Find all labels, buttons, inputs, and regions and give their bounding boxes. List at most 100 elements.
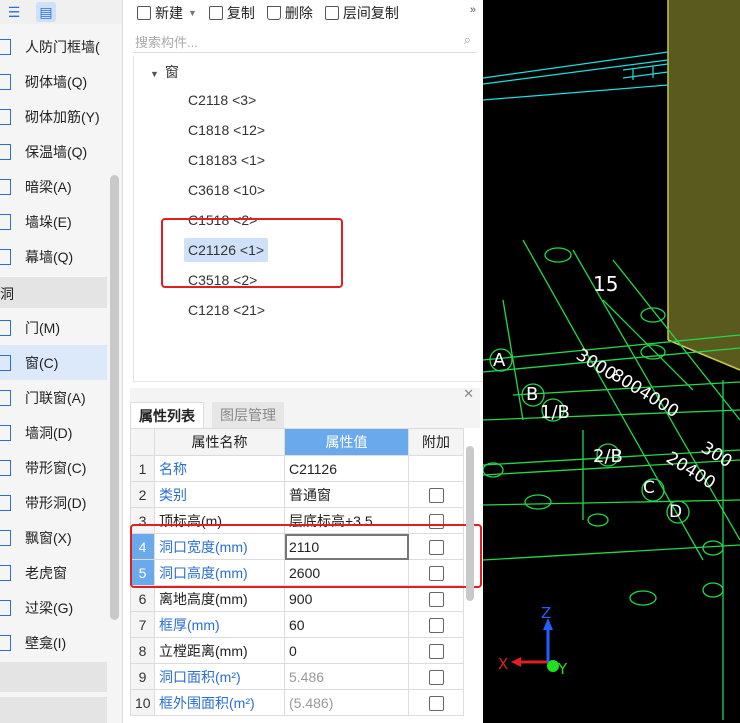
insulation-wall-icon bbox=[0, 143, 11, 160]
property-name-header: 属性名称 bbox=[154, 428, 285, 456]
row-number: 8 bbox=[130, 637, 155, 664]
property-scrollbar[interactable] bbox=[466, 446, 474, 601]
tree-item[interactable]: C2118 <3> bbox=[184, 88, 260, 112]
delete-button[interactable]: 删除 bbox=[266, 3, 313, 23]
extra-checkbox[interactable] bbox=[428, 591, 444, 607]
curtain-wall-icon bbox=[0, 248, 11, 265]
extra-checkbox[interactable] bbox=[428, 617, 444, 633]
door-icon bbox=[0, 319, 11, 336]
extra-checkbox[interactable] bbox=[428, 487, 444, 503]
list-view-icon[interactable]: ☰ bbox=[4, 2, 24, 22]
row-number: 2 bbox=[130, 481, 155, 508]
sidebar-item-door[interactable]: 门(M) bbox=[0, 310, 107, 345]
sidebar-item-bay-window[interactable]: 飘窗(X) bbox=[0, 520, 107, 555]
sidebar-item-insulation-wall[interactable]: 保温墙(Q) bbox=[0, 134, 107, 169]
property-value[interactable]: (5.486) bbox=[284, 689, 409, 716]
property-value[interactable]: C21126 bbox=[284, 455, 409, 482]
strip-opening-icon bbox=[0, 494, 11, 511]
more-icon[interactable]: » bbox=[470, 4, 476, 16]
trash-icon bbox=[266, 6, 281, 20]
wall-opening-icon bbox=[0, 424, 11, 441]
sidebar-item-hidden-beam[interactable]: 暗梁(A) bbox=[0, 169, 107, 204]
tree-item[interactable]: C18183 <1> bbox=[184, 148, 269, 172]
property-row[interactable]: 8 立樘距离(mm) 0 bbox=[130, 637, 464, 664]
property-value[interactable]: 5.486 bbox=[284, 663, 409, 690]
bay-window-icon bbox=[0, 529, 11, 546]
sidebar-group-openings[interactable]: 洞 bbox=[0, 277, 107, 308]
sidebar-item-wall-pier[interactable]: 墙垛(E) bbox=[0, 204, 107, 239]
chevron-down-icon[interactable]: ▼ bbox=[188, 8, 197, 18]
sidebar-group-collapsed[interactable] bbox=[0, 697, 107, 723]
property-name: 类别 bbox=[154, 481, 285, 508]
search-icon[interactable]: ⌕ bbox=[464, 32, 471, 48]
property-row[interactable]: 7 框厚(mm) 60 bbox=[130, 611, 464, 638]
tree-root[interactable]: ▼ 窗 bbox=[150, 62, 179, 82]
sidebar-item-curtain-wall[interactable]: 幕墙(Q) bbox=[0, 239, 107, 274]
sidebar-scrollbar[interactable] bbox=[110, 175, 119, 620]
search-input[interactable]: 搜索构件... bbox=[135, 32, 198, 51]
property-name: 框厚(mm) bbox=[154, 611, 285, 638]
search-bar[interactable]: 搜索构件... ⌕ bbox=[133, 30, 477, 53]
sidebar-item-masonry-wall[interactable]: 砌体墙(Q) bbox=[0, 64, 107, 99]
cyan-grid bbox=[483, 51, 669, 101]
sidebar-item-label: 门联窗(A) bbox=[25, 389, 86, 406]
hidden-beam-icon bbox=[0, 178, 11, 195]
cad-drawing bbox=[483, 0, 740, 720]
extra-checkbox[interactable] bbox=[428, 669, 444, 685]
tree-item[interactable]: C1818 <12> bbox=[184, 118, 269, 142]
property-row[interactable]: 6 离地高度(mm) 900 bbox=[130, 585, 464, 612]
sidebar-item-window[interactable]: 窗(C) bbox=[0, 345, 107, 380]
property-extra bbox=[408, 585, 464, 612]
sidebar-item-label: 老虎窗 bbox=[25, 564, 67, 581]
sidebar-group-label: 洞 bbox=[0, 286, 14, 302]
property-value[interactable]: 60 bbox=[284, 611, 409, 638]
component-toolbar: 新建 ▼ 复制 删除 层间复制 » bbox=[123, 0, 482, 26]
sidebar-item-strip-opening[interactable]: 带形洞(D) bbox=[0, 485, 107, 520]
extra-checkbox[interactable] bbox=[428, 695, 444, 711]
property-value[interactable]: 900 bbox=[284, 585, 409, 612]
property-value[interactable]: 0 bbox=[284, 637, 409, 664]
property-value[interactable]: 普通窗 bbox=[284, 481, 409, 508]
sidebar-item-niche[interactable]: 壁龛(I) bbox=[0, 625, 107, 660]
lintel-icon bbox=[0, 599, 11, 616]
z-axis-label: Z bbox=[541, 604, 552, 622]
sidebar-item-label: 保温墙(Q) bbox=[25, 143, 88, 160]
property-row[interactable]: 9 洞口面积(m²) 5.486 bbox=[130, 663, 464, 690]
sidebar-item-lintel[interactable]: 过梁(G) bbox=[0, 590, 107, 625]
strip-window-icon bbox=[0, 459, 11, 476]
floor-copy-button[interactable]: 层间复制 bbox=[324, 3, 399, 23]
sidebar-item-label: 门(M) bbox=[25, 319, 60, 336]
sidebar-item-civil-defense-wall[interactable]: 人防门框墙( bbox=[0, 29, 107, 64]
property-name: 框外围面积(m²) bbox=[154, 689, 285, 716]
cad-viewport[interactable]: 15 A B 1/B 2/B C D 3000 8004000 20400 30… bbox=[483, 0, 740, 723]
detail-view-icon[interactable]: ▤ bbox=[36, 2, 56, 22]
property-row[interactable]: 10 框外围面积(m²) (5.486) bbox=[130, 689, 464, 716]
tree-item[interactable]: C3618 <10> bbox=[184, 178, 269, 202]
window-icon bbox=[0, 354, 11, 371]
close-icon[interactable]: ✕ bbox=[463, 386, 474, 402]
property-extra bbox=[408, 455, 464, 482]
sidebar-item-label: 暗梁(A) bbox=[25, 178, 72, 195]
sidebar-item-strip-window[interactable]: 带形窗(C) bbox=[0, 450, 107, 485]
row-number: 6 bbox=[130, 585, 155, 612]
cad-label: 2/B bbox=[593, 446, 623, 467]
property-row[interactable]: 2 类别 普通窗 bbox=[130, 481, 464, 508]
property-row[interactable]: 1 名称 C21126 bbox=[130, 455, 464, 482]
row-number: 9 bbox=[130, 663, 155, 690]
extra-checkbox[interactable] bbox=[428, 643, 444, 659]
sidebar-item-label: 砌体加筋(Y) bbox=[25, 108, 100, 125]
tree-item[interactable]: C1218 <21> bbox=[184, 298, 269, 322]
axis-gizmo bbox=[511, 618, 559, 672]
sidebar-item-wall-opening[interactable]: 墙洞(D) bbox=[0, 415, 107, 450]
new-button[interactable]: 新建 ▼ bbox=[137, 3, 197, 23]
collapse-icon[interactable]: ▼ bbox=[150, 69, 159, 79]
sidebar-item-door-window[interactable]: 门联窗(A) bbox=[0, 380, 107, 415]
copy-button[interactable]: 复制 bbox=[208, 3, 255, 23]
tab-layer-management[interactable]: 图层管理 bbox=[212, 402, 284, 428]
component-tree: ▼ 窗 C2118 <3> C1818 <12> C18183 <1> C3618… bbox=[133, 56, 485, 382]
sidebar-group-collapsed[interactable] bbox=[0, 662, 107, 692]
sidebar-item-dormer-window[interactable]: 老虎窗 bbox=[0, 555, 107, 590]
sidebar-item-masonry-rebar[interactable]: 砌体加筋(Y) bbox=[0, 99, 107, 134]
tab-property-list[interactable]: 属性列表 bbox=[130, 402, 204, 429]
delete-label: 删除 bbox=[284, 5, 313, 21]
